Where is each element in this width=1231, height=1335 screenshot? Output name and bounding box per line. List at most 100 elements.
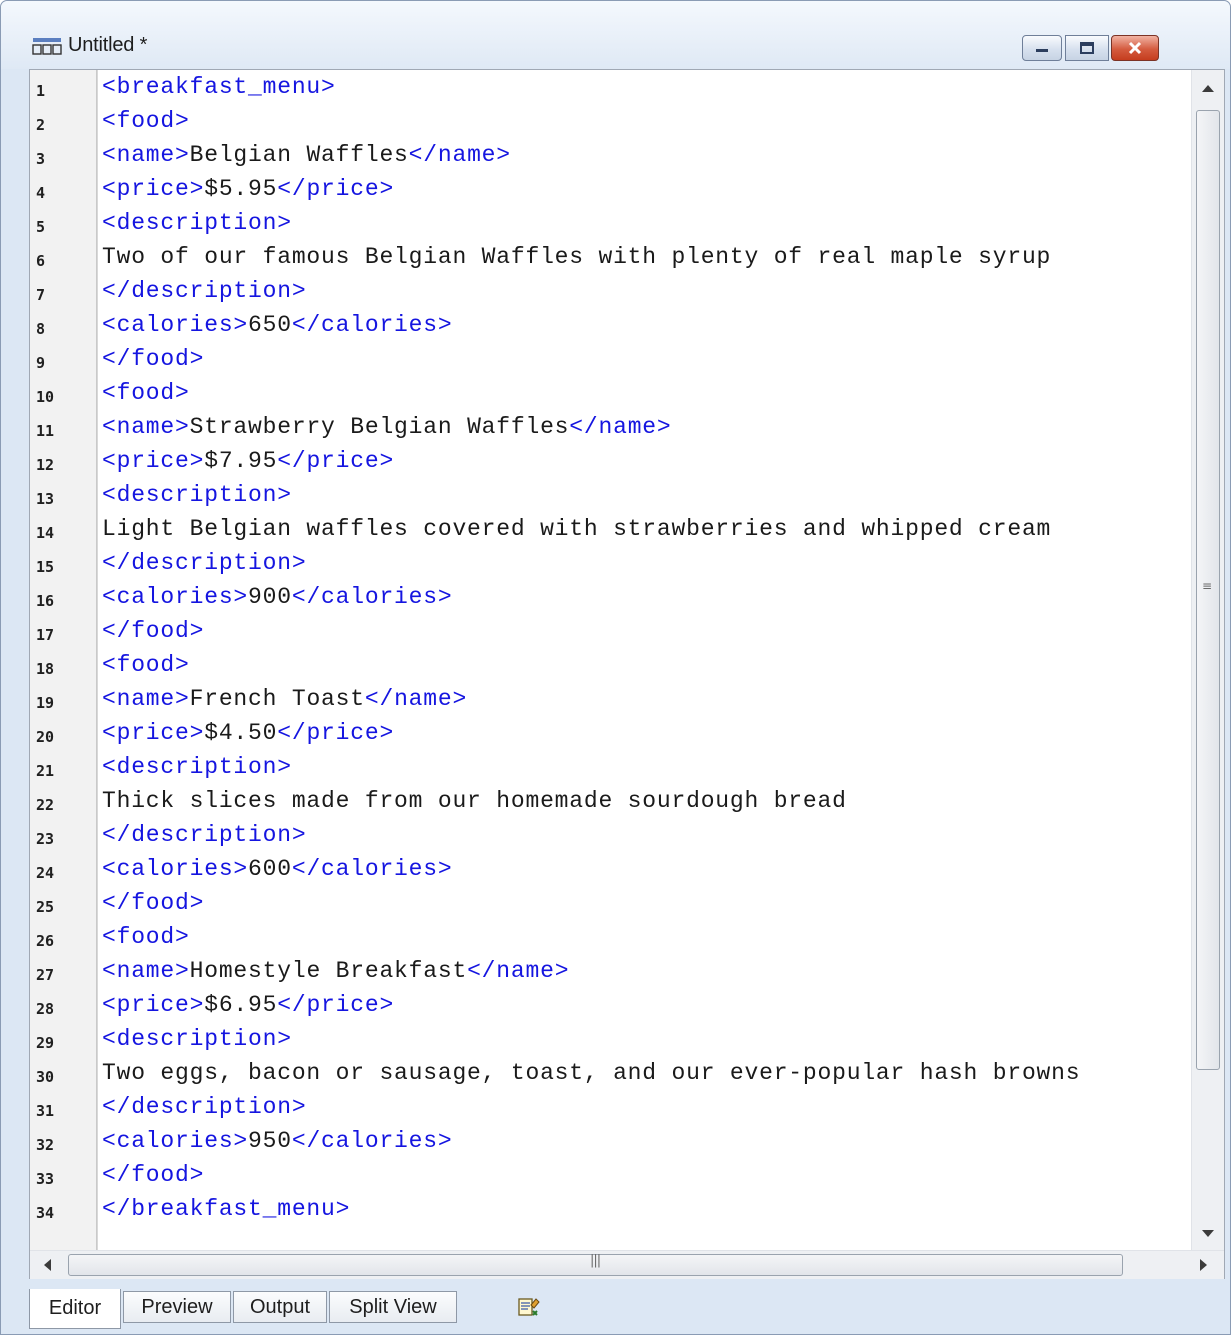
scroll-left-icon[interactable]: [44, 1259, 51, 1271]
line-number: 11: [36, 422, 55, 440]
close-button[interactable]: [1111, 35, 1159, 61]
xml-tag: </food>: [102, 1162, 205, 1188]
line-number: 13: [36, 490, 55, 508]
code-line[interactable]: </description>: [102, 1092, 306, 1126]
line-number: 22: [36, 796, 55, 814]
xml-tag: </food>: [102, 890, 205, 916]
view-tab-bar: Editor Preview Output Split View: [29, 1283, 1225, 1333]
code-line[interactable]: <calories>950</calories>: [102, 1126, 452, 1160]
xml-tag: </name>: [467, 958, 570, 984]
code-line[interactable]: <name>Strawberry Belgian Waffles</name>: [102, 412, 672, 446]
xml-tag: </price>: [277, 176, 395, 202]
code-line[interactable]: <calories>650</calories>: [102, 310, 452, 344]
xml-tag: </price>: [277, 992, 395, 1018]
xml-document-icon: [32, 38, 62, 55]
code-line[interactable]: </breakfast_menu>: [102, 1194, 350, 1228]
vertical-scrollbar[interactable]: ≡: [1191, 70, 1224, 1250]
minimize-button[interactable]: [1022, 35, 1062, 61]
code-line[interactable]: <price>$7.95</price>: [102, 446, 394, 480]
line-number: 19: [36, 694, 55, 712]
line-number: 9: [36, 354, 46, 372]
xml-text: 600: [248, 856, 292, 882]
code-line[interactable]: <description>: [102, 1024, 292, 1058]
line-number: 12: [36, 456, 55, 474]
code-line[interactable]: Thick slices made from our homemade sour…: [102, 786, 847, 820]
code-line[interactable]: Light Belgian waffles covered with straw…: [102, 514, 1051, 548]
xml-tag: <name>: [102, 414, 190, 440]
line-number: 6: [36, 252, 46, 270]
scroll-down-icon[interactable]: [1202, 1230, 1214, 1237]
line-number: 7: [36, 286, 46, 304]
code-line[interactable]: Two of our famous Belgian Waffles with p…: [102, 242, 1051, 276]
code-line[interactable]: <price>$6.95</price>: [102, 990, 394, 1024]
xml-text: Light Belgian waffles covered with straw…: [102, 516, 1052, 542]
code-line[interactable]: <calories>600</calories>: [102, 854, 452, 888]
code-line[interactable]: <description>: [102, 752, 292, 786]
line-number: 8: [36, 320, 46, 338]
xml-text: $6.95: [204, 992, 278, 1018]
xml-tag: </name>: [364, 686, 468, 712]
tab-split-view[interactable]: Split View: [329, 1291, 457, 1323]
validate-document-icon[interactable]: [517, 1295, 541, 1319]
code-line[interactable]: </food>: [102, 344, 204, 378]
code-line[interactable]: <food>: [102, 106, 190, 140]
code-line[interactable]: <food>: [102, 650, 190, 684]
xml-tag: <food>: [102, 108, 190, 134]
line-number: 26: [36, 932, 55, 950]
code-line[interactable]: <name>French Toast</name>: [102, 684, 467, 718]
code-line[interactable]: <price>$4.50</price>: [102, 718, 394, 752]
xml-tag: <calories>: [102, 584, 249, 610]
code-line[interactable]: <calories>900</calories>: [102, 582, 452, 616]
scroll-right-icon[interactable]: [1200, 1259, 1207, 1271]
code-line[interactable]: </food>: [102, 616, 204, 650]
line-number: 29: [36, 1034, 55, 1052]
code-line[interactable]: <food>: [102, 922, 190, 956]
line-number: 33: [36, 1170, 55, 1188]
xml-tag: <price>: [102, 448, 205, 474]
code-line[interactable]: </food>: [102, 888, 204, 922]
editor-window: Untitled * 1 2 3 4 5 6 7 8 9 10 11 12 13 14 15 16 17 18 19…: [0, 0, 1231, 1335]
code-line[interactable]: <food>: [102, 378, 190, 412]
code-line[interactable]: Two eggs, bacon or sausage, toast, and o…: [102, 1058, 1080, 1092]
code-line[interactable]: </description>: [102, 548, 306, 582]
xml-text: 900: [248, 584, 292, 610]
code-line[interactable]: </food>: [102, 1160, 204, 1194]
xml-text: Homestyle Breakfast: [189, 958, 468, 984]
code-line[interactable]: <name>Belgian Waffles</name>: [102, 140, 511, 174]
minimize-icon: [1036, 49, 1048, 52]
line-number: 18: [36, 660, 55, 678]
close-icon: [1128, 41, 1142, 55]
line-number: 20: [36, 728, 55, 746]
scroll-grip-icon: ≡: [1202, 579, 1213, 593]
scroll-up-icon[interactable]: [1202, 85, 1214, 92]
code-line[interactable]: <description>: [102, 208, 292, 242]
line-number: 4: [36, 184, 46, 202]
code-line[interactable]: <name>Homestyle Breakfast</name>: [102, 956, 569, 990]
xml-text: $7.95: [204, 448, 278, 474]
code-line[interactable]: </description>: [102, 820, 306, 854]
line-number: 21: [36, 762, 55, 780]
xml-tag: <price>: [102, 992, 205, 1018]
xml-tag: <description>: [102, 210, 292, 236]
xml-tag: </calories>: [291, 856, 453, 882]
line-number: 30: [36, 1068, 55, 1086]
title-bar[interactable]: Untitled *: [1, 1, 1230, 69]
xml-tag: </calories>: [291, 1128, 453, 1154]
tab-editor[interactable]: Editor: [29, 1289, 121, 1329]
xml-tag: </price>: [277, 720, 395, 746]
xml-text: 950: [248, 1128, 292, 1154]
code-line[interactable]: </description>: [102, 276, 306, 310]
code-line[interactable]: <price>$5.95</price>: [102, 174, 394, 208]
code-editor[interactable]: 1 2 3 4 5 6 7 8 9 10 11 12 13 14 15 16 17 18 19 20 21 22 23 24 2…: [29, 69, 1225, 1279]
tab-preview[interactable]: Preview: [123, 1291, 231, 1323]
line-number: 5: [36, 218, 46, 236]
xml-tag: </price>: [277, 448, 395, 474]
maximize-button[interactable]: [1065, 35, 1109, 61]
xml-text: Thick slices made from our homemade sour…: [102, 788, 847, 814]
xml-tag: <name>: [102, 958, 190, 984]
line-number: 25: [36, 898, 55, 916]
horizontal-scrollbar[interactable]: |||: [30, 1250, 1224, 1279]
tab-output[interactable]: Output: [233, 1291, 327, 1323]
code-line[interactable]: <description>: [102, 480, 292, 514]
code-line[interactable]: <breakfast_menu>: [102, 72, 336, 106]
